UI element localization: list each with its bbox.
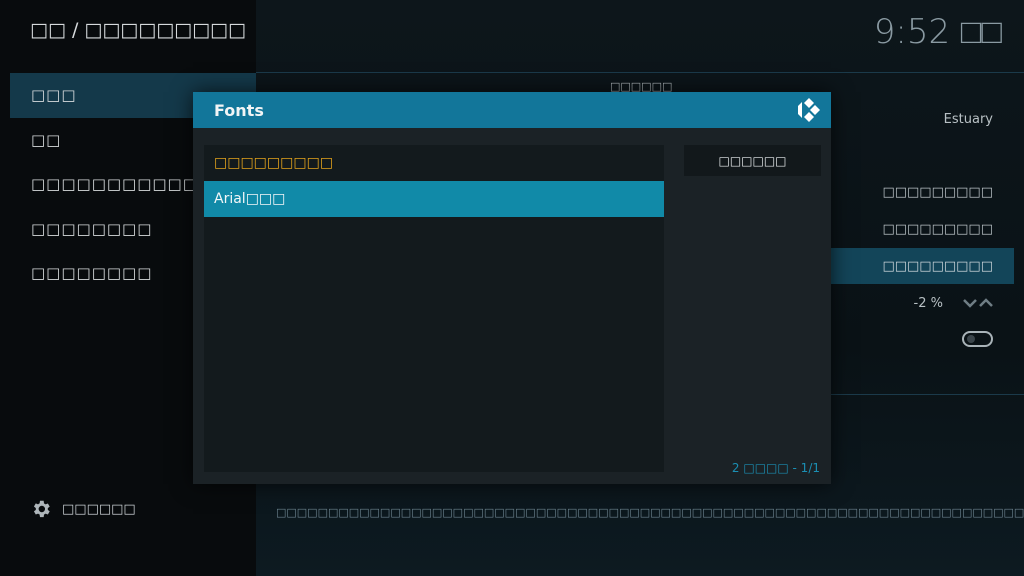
breadcrumb: □□ / □□□□□□□□□ xyxy=(30,19,246,41)
setting-row-2[interactable]: □□□□□□□□□ xyxy=(830,174,1014,210)
setting-zoom-value: -2 % xyxy=(913,295,943,311)
screen: □□ / □□□□□□□□□ 9:52 □□ □□□ □□ □□□□□□□□□□… xyxy=(0,0,1024,576)
chevron-down-icon[interactable] xyxy=(963,298,977,308)
setting-description: □□□□□□□□□□□□□□□□□□□□□□□□□□□□□□□□□□□□□□□□… xyxy=(276,506,1024,519)
fonts-dialog: Fonts □□□□□□□□□ Arial□□□ □□□□□□ 2 □□□□ -… xyxy=(193,92,831,484)
chevron-up-icon[interactable] xyxy=(979,298,993,308)
kodi-logo-icon[interactable] xyxy=(795,96,823,124)
setting-row-2-value: □□□□□□□□□ xyxy=(882,184,993,200)
setting-fonts[interactable]: □□□□□□□□□ xyxy=(830,248,1014,284)
setting-row-3[interactable]: □□□□□□□□□ xyxy=(830,211,1014,247)
setting-row-3-value: □□□□□□□□□ xyxy=(882,221,993,237)
list-item-current[interactable]: □□□□□□□□□ xyxy=(204,145,664,181)
settings-level-label: □□□□□□ xyxy=(62,501,136,517)
setting-fonts-value: □□□□□□□□□ xyxy=(882,258,993,274)
setting-toggle[interactable] xyxy=(830,321,1014,357)
setting-skin[interactable]: Estuary xyxy=(830,101,1014,137)
dialog-side-button[interactable]: □□□□□□ xyxy=(684,145,821,176)
item-counter: 2 □□□□ - 1/1 xyxy=(731,461,820,475)
toggle-switch[interactable] xyxy=(962,331,993,347)
setting-skin-value: Estuary xyxy=(943,111,993,127)
header-divider xyxy=(256,72,1024,73)
setting-zoom[interactable]: -2 % xyxy=(830,285,1014,321)
clock: 9:52 □□ xyxy=(873,12,1002,52)
dialog-title: Fonts xyxy=(214,100,264,120)
settings-level-button[interactable]: □□□□□□ xyxy=(30,498,136,520)
list-item-selected[interactable]: Arial□□□ xyxy=(204,181,664,217)
font-list: □□□□□□□□□ Arial□□□ xyxy=(204,145,664,472)
dialog-header: Fonts xyxy=(193,92,831,128)
gear-icon xyxy=(33,500,50,518)
zoom-spinner xyxy=(963,298,993,308)
